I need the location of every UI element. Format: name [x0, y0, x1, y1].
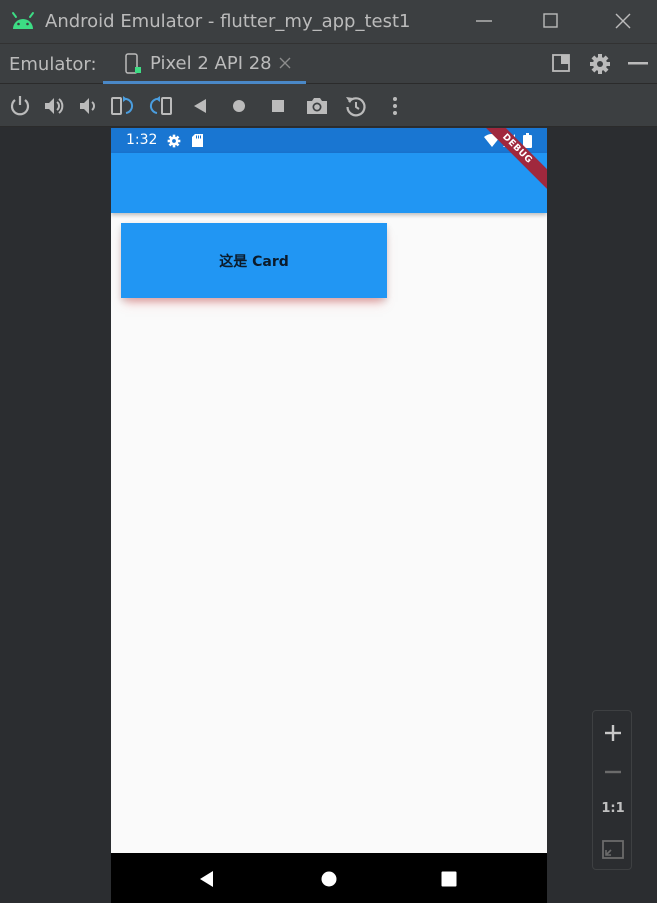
more-vertical-icon	[393, 97, 397, 115]
zoom-out-icon[interactable]	[600, 759, 626, 785]
gear-icon[interactable]	[589, 53, 611, 75]
device-screen[interactable]: 1:32 DEBUG 这是 Card	[111, 128, 547, 903]
close-icon	[615, 13, 631, 29]
nav-home-icon[interactable]	[318, 868, 340, 890]
emulator-tab-bar: Emulator: Pixel 2 API 28	[0, 43, 657, 84]
power-icon	[10, 96, 30, 116]
home-icon	[233, 100, 245, 112]
card-text: 这是 Card	[219, 253, 289, 270]
status-bar: 1:32	[111, 128, 547, 153]
tab-close-icon[interactable]	[279, 57, 291, 69]
navigation-bar	[111, 853, 547, 903]
zoom-in-icon[interactable]	[600, 720, 626, 746]
more-button[interactable]	[383, 94, 407, 118]
back-button[interactable]	[189, 94, 213, 118]
emulator-window: Android Emulator - flutter_my_app_test1 …	[0, 0, 657, 903]
emulator-toolbar	[0, 84, 657, 127]
window-title: Android Emulator - flutter_my_app_test1	[45, 11, 411, 32]
app-bar	[111, 153, 547, 213]
zoom-actual-size-button[interactable]: 1:1	[593, 801, 633, 816]
settings-notification-icon	[167, 134, 181, 148]
rotate-left-button[interactable]	[110, 94, 134, 118]
card[interactable]: 这是 Card	[121, 223, 387, 298]
zoom-panel: 1:1	[592, 710, 632, 870]
maximize-button[interactable]	[521, 0, 581, 43]
phone-device-icon	[125, 53, 141, 74]
volume-down-button[interactable]	[76, 94, 100, 118]
overview-button[interactable]	[266, 94, 290, 118]
snapshot-history-icon	[346, 97, 366, 117]
screenshot-button[interactable]	[305, 94, 329, 118]
volume-up-icon	[45, 98, 64, 114]
tab-pixel-2-api-28[interactable]: Pixel 2 API 28	[103, 44, 306, 84]
back-icon	[194, 99, 206, 113]
volume-up-button[interactable]	[42, 94, 66, 118]
title-bar: Android Emulator - flutter_my_app_test1	[0, 0, 657, 43]
rotate-right-button[interactable]	[149, 94, 173, 118]
volume-down-icon	[80, 98, 95, 114]
minimize-icon	[476, 20, 492, 22]
camera-icon	[307, 98, 327, 114]
zoom-fit-icon[interactable]	[600, 837, 626, 863]
home-button[interactable]	[227, 94, 251, 118]
minimize-button[interactable]	[454, 0, 514, 43]
snapshot-button[interactable]	[344, 94, 368, 118]
power-button[interactable]	[8, 94, 32, 118]
tab-label: Pixel 2 API 28	[150, 53, 272, 74]
maximize-icon	[543, 13, 558, 28]
android-icon	[12, 12, 34, 29]
emulator-label: Emulator:	[9, 54, 97, 75]
status-time: 1:32	[126, 132, 158, 148]
nav-back-icon[interactable]	[197, 868, 219, 890]
sd-card-icon	[192, 134, 203, 147]
window-mode-icon[interactable]	[551, 53, 571, 73]
nav-recents-icon[interactable]	[438, 868, 460, 890]
overview-icon	[272, 100, 284, 112]
rotate-left-icon	[111, 96, 134, 115]
hide-panel-icon[interactable]	[628, 62, 648, 66]
rotate-right-icon	[149, 96, 172, 115]
close-button[interactable]	[593, 0, 653, 43]
